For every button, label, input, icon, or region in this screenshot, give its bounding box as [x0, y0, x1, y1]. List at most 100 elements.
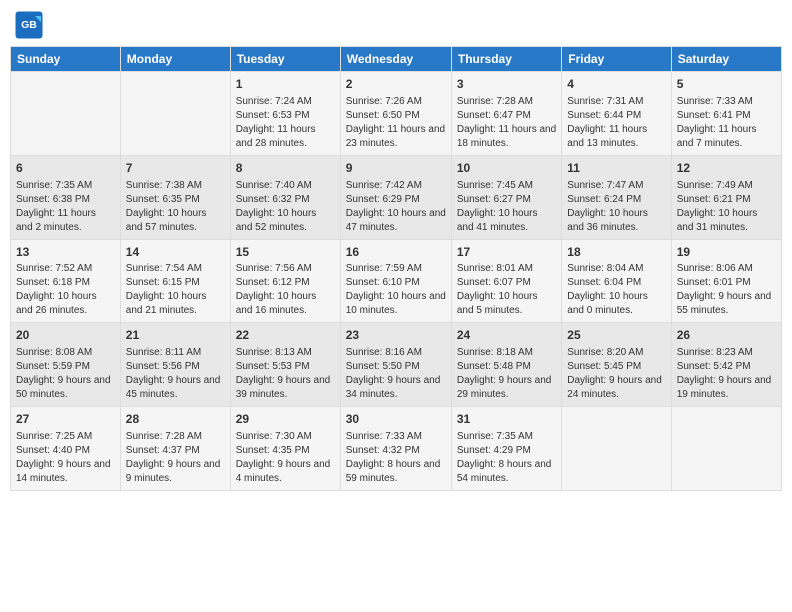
day-info: Sunrise: 7:35 AM Sunset: 4:29 PM Dayligh… — [457, 430, 556, 486]
day-number: 21 — [126, 327, 225, 344]
day-info: Sunrise: 8:04 AM Sunset: 6:04 PM Dayligh… — [567, 262, 665, 318]
day-info: Sunrise: 7:38 AM Sunset: 6:35 PM Dayligh… — [126, 179, 225, 235]
day-number: 3 — [457, 76, 556, 93]
day-info: Sunrise: 8:01 AM Sunset: 6:07 PM Dayligh… — [457, 262, 556, 318]
calendar-cell: 20 Sunrise: 8:08 AM Sunset: 5:59 PM Dayli… — [11, 323, 121, 407]
logo: GB — [14, 10, 48, 40]
day-number: 25 — [567, 327, 665, 344]
day-number: 6 — [16, 160, 115, 177]
day-info: Sunrise: 8:13 AM Sunset: 5:53 PM Dayligh… — [236, 346, 335, 402]
day-number: 16 — [346, 244, 446, 261]
day-info: Sunrise: 7:28 AM Sunset: 4:37 PM Dayligh… — [126, 430, 225, 486]
calendar-cell: 2 Sunrise: 7:26 AM Sunset: 6:50 PM Daylig… — [340, 72, 451, 156]
day-header-saturday: Saturday — [671, 47, 781, 72]
calendar-cell: 8Sunrise: 7:40 AM Sunset: 6:32 PM Daylig… — [230, 155, 340, 239]
day-info: Sunrise: 7:33 AM Sunset: 6:41 PM Dayligh… — [677, 95, 776, 151]
day-number: 20 — [16, 327, 115, 344]
calendar-cell — [562, 407, 671, 491]
day-number: 19 — [677, 244, 776, 261]
calendar-cell: 25 Sunrise: 8:20 AM Sunset: 5:45 PM Dayli… — [562, 323, 671, 407]
day-number: 9 — [346, 160, 446, 177]
calendar-cell: 14Sunrise: 7:54 AM Sunset: 6:15 PM Dayli… — [120, 239, 230, 323]
calendar-cell — [671, 407, 781, 491]
day-number: 1 — [236, 76, 335, 93]
day-number: 13 — [16, 244, 115, 261]
day-info: Sunrise: 8:16 AM Sunset: 5:50 PM Dayligh… — [346, 346, 446, 402]
day-info: Sunrise: 7:42 AM Sunset: 6:29 PM Dayligh… — [346, 179, 446, 235]
calendar-cell: 1Sunrise: 7:24 AM Sunset: 6:53 PM Daylig… — [230, 72, 340, 156]
day-info: Sunrise: 7:49 AM Sunset: 6:21 PM Dayligh… — [677, 179, 776, 235]
day-info: Sunrise: 8:06 AM Sunset: 6:01 PM Dayligh… — [677, 262, 776, 318]
logo-icon: GB — [14, 10, 44, 40]
calendar-cell: 13Sunrise: 7:52 AM Sunset: 6:18 PM Dayli… — [11, 239, 121, 323]
day-number: 24 — [457, 327, 556, 344]
svg-text:GB: GB — [21, 19, 37, 31]
day-info: Sunrise: 7:54 AM Sunset: 6:15 PM Dayligh… — [126, 262, 225, 318]
calendar-cell: 3 Sunrise: 7:28 AM Sunset: 6:47 PM Daylig… — [451, 72, 561, 156]
day-number: 31 — [457, 411, 556, 428]
page-header: GB — [10, 10, 782, 40]
calendar-cell: 7 Sunrise: 7:38 AM Sunset: 6:35 PM Daylig… — [120, 155, 230, 239]
day-info: Sunrise: 7:59 AM Sunset: 6:10 PM Dayligh… — [346, 262, 446, 318]
calendar-cell: 18Sunrise: 8:04 AM Sunset: 6:04 PM Dayli… — [562, 239, 671, 323]
calendar-cell: 28 Sunrise: 7:28 AM Sunset: 4:37 PM Dayli… — [120, 407, 230, 491]
day-number: 22 — [236, 327, 335, 344]
calendar-cell: 30 Sunrise: 7:33 AM Sunset: 4:32 PM Dayli… — [340, 407, 451, 491]
calendar-table: SundayMondayTuesdayWednesdayThursdayFrid… — [10, 46, 782, 491]
calendar-cell: 21 Sunrise: 8:11 AM Sunset: 5:56 PM Dayli… — [120, 323, 230, 407]
day-number: 11 — [567, 160, 665, 177]
week-row-2: 6 Sunrise: 7:35 AM Sunset: 6:38 PM Daylig… — [11, 155, 782, 239]
calendar-cell: 19Sunrise: 8:06 AM Sunset: 6:01 PM Dayli… — [671, 239, 781, 323]
day-info: Sunrise: 7:26 AM Sunset: 6:50 PM Dayligh… — [346, 95, 446, 151]
day-header-wednesday: Wednesday — [340, 47, 451, 72]
calendar-cell — [120, 72, 230, 156]
day-info: Sunrise: 7:56 AM Sunset: 6:12 PM Dayligh… — [236, 262, 335, 318]
day-number: 17 — [457, 244, 556, 261]
calendar-cell — [11, 72, 121, 156]
day-header-monday: Monday — [120, 47, 230, 72]
day-info: Sunrise: 7:45 AM Sunset: 6:27 PM Dayligh… — [457, 179, 556, 235]
day-header-tuesday: Tuesday — [230, 47, 340, 72]
days-header-row: SundayMondayTuesdayWednesdayThursdayFrid… — [11, 47, 782, 72]
day-info: Sunrise: 8:11 AM Sunset: 5:56 PM Dayligh… — [126, 346, 225, 402]
day-header-friday: Friday — [562, 47, 671, 72]
calendar-cell: 9 Sunrise: 7:42 AM Sunset: 6:29 PM Daylig… — [340, 155, 451, 239]
calendar-cell: 29 Sunrise: 7:30 AM Sunset: 4:35 PM Dayli… — [230, 407, 340, 491]
week-row-3: 13Sunrise: 7:52 AM Sunset: 6:18 PM Dayli… — [11, 239, 782, 323]
calendar-cell: 24Sunrise: 8:18 AM Sunset: 5:48 PM Dayli… — [451, 323, 561, 407]
day-number: 4 — [567, 76, 665, 93]
day-info: Sunrise: 7:28 AM Sunset: 6:47 PM Dayligh… — [457, 95, 556, 151]
day-info: Sunrise: 8:08 AM Sunset: 5:59 PM Dayligh… — [16, 346, 115, 402]
calendar-cell: 31 Sunrise: 7:35 AM Sunset: 4:29 PM Dayli… — [451, 407, 561, 491]
day-info: Sunrise: 8:23 AM Sunset: 5:42 PM Dayligh… — [677, 346, 776, 402]
calendar-cell: 17Sunrise: 8:01 AM Sunset: 6:07 PM Dayli… — [451, 239, 561, 323]
day-number: 8 — [236, 160, 335, 177]
calendar-cell: 11Sunrise: 7:47 AM Sunset: 6:24 PM Dayli… — [562, 155, 671, 239]
day-info: Sunrise: 8:20 AM Sunset: 5:45 PM Dayligh… — [567, 346, 665, 402]
day-info: Sunrise: 7:31 AM Sunset: 6:44 PM Dayligh… — [567, 95, 665, 151]
calendar-cell: 26Sunrise: 8:23 AM Sunset: 5:42 PM Dayli… — [671, 323, 781, 407]
day-number: 27 — [16, 411, 115, 428]
day-number: 12 — [677, 160, 776, 177]
calendar-cell: 4 Sunrise: 7:31 AM Sunset: 6:44 PM Daylig… — [562, 72, 671, 156]
day-number: 18 — [567, 244, 665, 261]
calendar-cell: 12 Sunrise: 7:49 AM Sunset: 6:21 PM Dayli… — [671, 155, 781, 239]
day-number: 28 — [126, 411, 225, 428]
day-header-sunday: Sunday — [11, 47, 121, 72]
calendar-cell: 5Sunrise: 7:33 AM Sunset: 6:41 PM Daylig… — [671, 72, 781, 156]
calendar-cell: 27Sunrise: 7:25 AM Sunset: 4:40 PM Dayli… — [11, 407, 121, 491]
week-row-4: 20 Sunrise: 8:08 AM Sunset: 5:59 PM Dayli… — [11, 323, 782, 407]
day-number: 7 — [126, 160, 225, 177]
day-info: Sunrise: 7:35 AM Sunset: 6:38 PM Dayligh… — [16, 179, 115, 235]
day-info: Sunrise: 7:30 AM Sunset: 4:35 PM Dayligh… — [236, 430, 335, 486]
calendar-cell: 23 Sunrise: 8:16 AM Sunset: 5:50 PM Dayli… — [340, 323, 451, 407]
week-row-1: 1Sunrise: 7:24 AM Sunset: 6:53 PM Daylig… — [11, 72, 782, 156]
day-number: 10 — [457, 160, 556, 177]
day-number: 23 — [346, 327, 446, 344]
calendar-cell: 22 Sunrise: 8:13 AM Sunset: 5:53 PM Dayli… — [230, 323, 340, 407]
day-number: 14 — [126, 244, 225, 261]
day-number: 2 — [346, 76, 446, 93]
day-number: 29 — [236, 411, 335, 428]
day-number: 30 — [346, 411, 446, 428]
day-info: Sunrise: 7:33 AM Sunset: 4:32 PM Dayligh… — [346, 430, 446, 486]
